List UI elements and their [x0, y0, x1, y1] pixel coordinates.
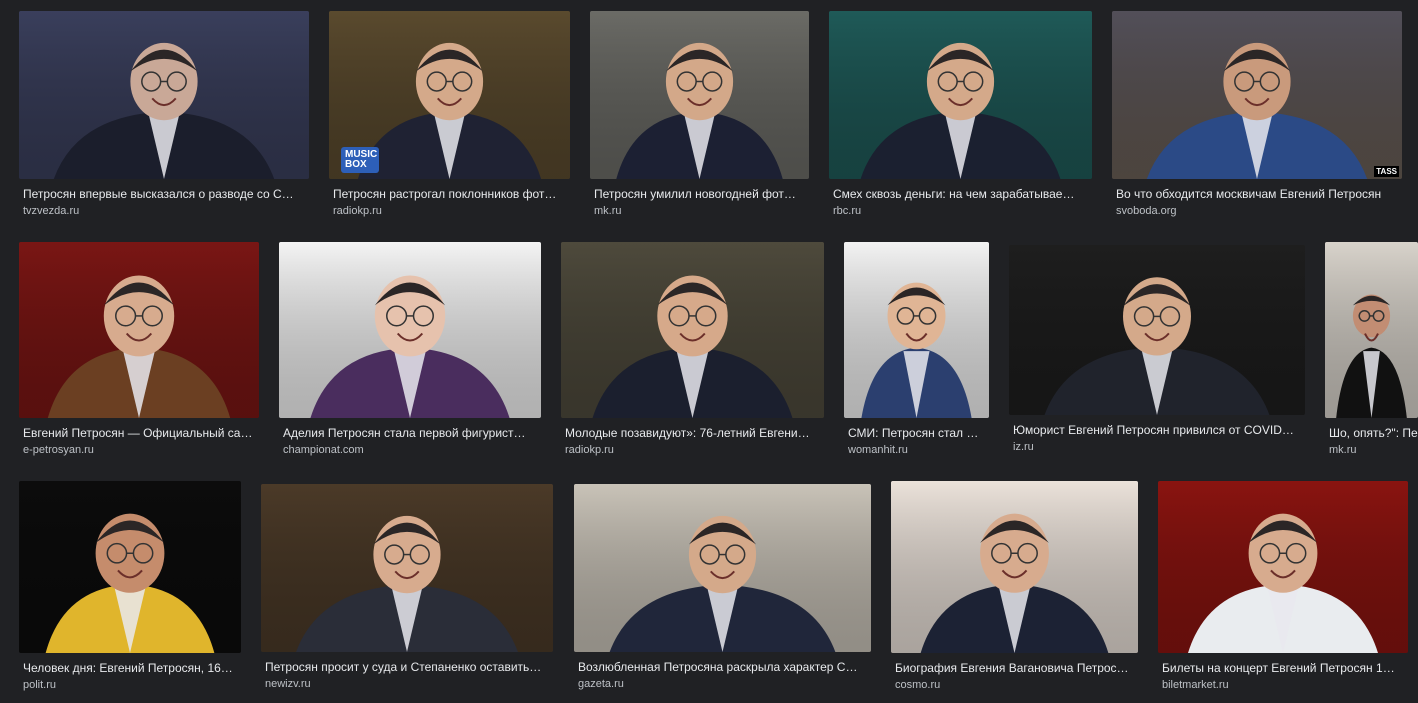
result-source: gazeta.ru [578, 678, 624, 690]
result-title[interactable]: Евгений Петросян — Официальный са… [19, 426, 259, 441]
result-thumbnail[interactable]: MUSIC BOX [329, 11, 570, 179]
image-result-card[interactable]: Человек дня: Евгений Петросян, 16… polit.… [19, 481, 241, 692]
result-source: mk.ru [1329, 444, 1357, 456]
result-source: championat.com [283, 444, 364, 456]
image-result-card[interactable]: Петросян впервые высказался о разводе со… [19, 11, 309, 218]
result-source: mk.ru [594, 205, 622, 217]
result-title[interactable]: Молодые позавидуют»: 76-летний Евгени… [561, 426, 824, 441]
result-source: iz.ru [1013, 441, 1034, 453]
result-thumbnail[interactable]: TASS [1112, 11, 1402, 179]
result-source: rbc.ru [833, 205, 862, 217]
result-thumbnail[interactable] [590, 11, 809, 179]
image-result-card[interactable]: Молодые позавидуют»: 76-летний Евгени… ra… [561, 242, 824, 457]
result-title[interactable]: Петросян умилил новогодней фот… [590, 187, 809, 202]
result-thumbnail[interactable] [829, 11, 1092, 179]
image-result-card[interactable]: Петросян умилил новогодней фот… mk.ru [590, 11, 809, 218]
image-result-card[interactable]: Аделия Петросян стала первой фигурист… ch… [279, 242, 541, 457]
result-thumbnail[interactable] [279, 242, 541, 418]
image-result-card[interactable]: Юморист Евгений Петросян привился от COV… [1009, 245, 1305, 454]
result-source: radiokp.ru [333, 205, 382, 217]
result-thumbnail[interactable] [844, 242, 989, 418]
result-thumbnail[interactable] [261, 484, 553, 652]
result-title[interactable]: СМИ: Петросян стал … [844, 426, 989, 441]
result-title[interactable]: Юморист Евгений Петросян привился от COV… [1009, 423, 1305, 438]
image-result-card[interactable]: MUSIC BOX Петросян растрогал поклонников … [329, 11, 570, 218]
result-source: cosmo.ru [895, 679, 941, 691]
result-source: svoboda.org [1116, 205, 1177, 217]
result-title[interactable]: Петросян просит у суда и Степаненко оста… [261, 660, 553, 675]
result-source: radiokp.ru [565, 444, 614, 456]
result-source: womanhit.ru [848, 444, 908, 456]
image-result-card[interactable]: Билеты на концерт Евгений Петросян 1… bil… [1158, 481, 1408, 692]
result-thumbnail[interactable] [19, 242, 259, 418]
result-source: tvzvezda.ru [23, 205, 80, 217]
image-result-card[interactable]: Смех сквозь деньги: на чем зарабатывае… r… [829, 11, 1092, 218]
image-result-card[interactable]: Возлюбленная Петросяна раскрыла характер… [574, 484, 871, 691]
result-title[interactable]: Смех сквозь деньги: на чем зарабатывае… [829, 187, 1092, 202]
result-thumbnail[interactable] [1158, 481, 1408, 653]
result-title[interactable]: Шо, опять?": Пе [1325, 426, 1418, 441]
result-thumbnail[interactable] [574, 484, 871, 652]
result-title[interactable]: Человек дня: Евгений Петросян, 16… [19, 661, 241, 676]
result-title[interactable]: Петросян впервые высказался о разводе со… [19, 187, 309, 202]
mic-flag-label: MUSIC BOX [341, 147, 379, 173]
result-thumbnail[interactable] [1325, 242, 1418, 418]
result-title[interactable]: Возлюбленная Петросяна раскрыла характер… [574, 660, 871, 675]
image-result-card[interactable]: Евгений Петросян — Официальный са… e-petr… [19, 242, 259, 457]
result-thumbnail[interactable] [891, 481, 1138, 653]
result-thumbnail[interactable] [1009, 245, 1305, 415]
result-title[interactable]: Билеты на концерт Евгений Петросян 1… [1158, 661, 1408, 676]
image-result-card[interactable]: TASS Во что обходится москвичам Евгений П… [1112, 11, 1402, 218]
result-title[interactable]: Во что обходится москвичам Евгений Петро… [1112, 187, 1402, 202]
result-source: polit.ru [23, 679, 57, 691]
result-source: newizv.ru [265, 678, 311, 690]
image-result-card[interactable]: Биография Евгения Вагановича Петрос… cosm… [891, 481, 1138, 692]
image-result-card[interactable]: Шо, опять?": Пе mk.ru [1325, 242, 1418, 457]
image-result-card[interactable]: СМИ: Петросян стал … womanhit.ru [844, 242, 989, 457]
result-title[interactable]: Биография Евгения Вагановича Петрос… [891, 661, 1138, 676]
result-title[interactable]: Петросян растрогал поклонников фот… [329, 187, 570, 202]
result-title[interactable]: Аделия Петросян стала первой фигурист… [279, 426, 541, 441]
result-thumbnail[interactable] [561, 242, 824, 418]
tass-watermark: TASS [1374, 166, 1399, 177]
result-source: biletmarket.ru [1162, 679, 1229, 691]
result-thumbnail[interactable] [19, 11, 309, 179]
result-source: e-petrosyan.ru [23, 444, 94, 456]
image-result-card[interactable]: Петросян просит у суда и Степаненко оста… [261, 484, 553, 691]
result-thumbnail[interactable] [19, 481, 241, 653]
